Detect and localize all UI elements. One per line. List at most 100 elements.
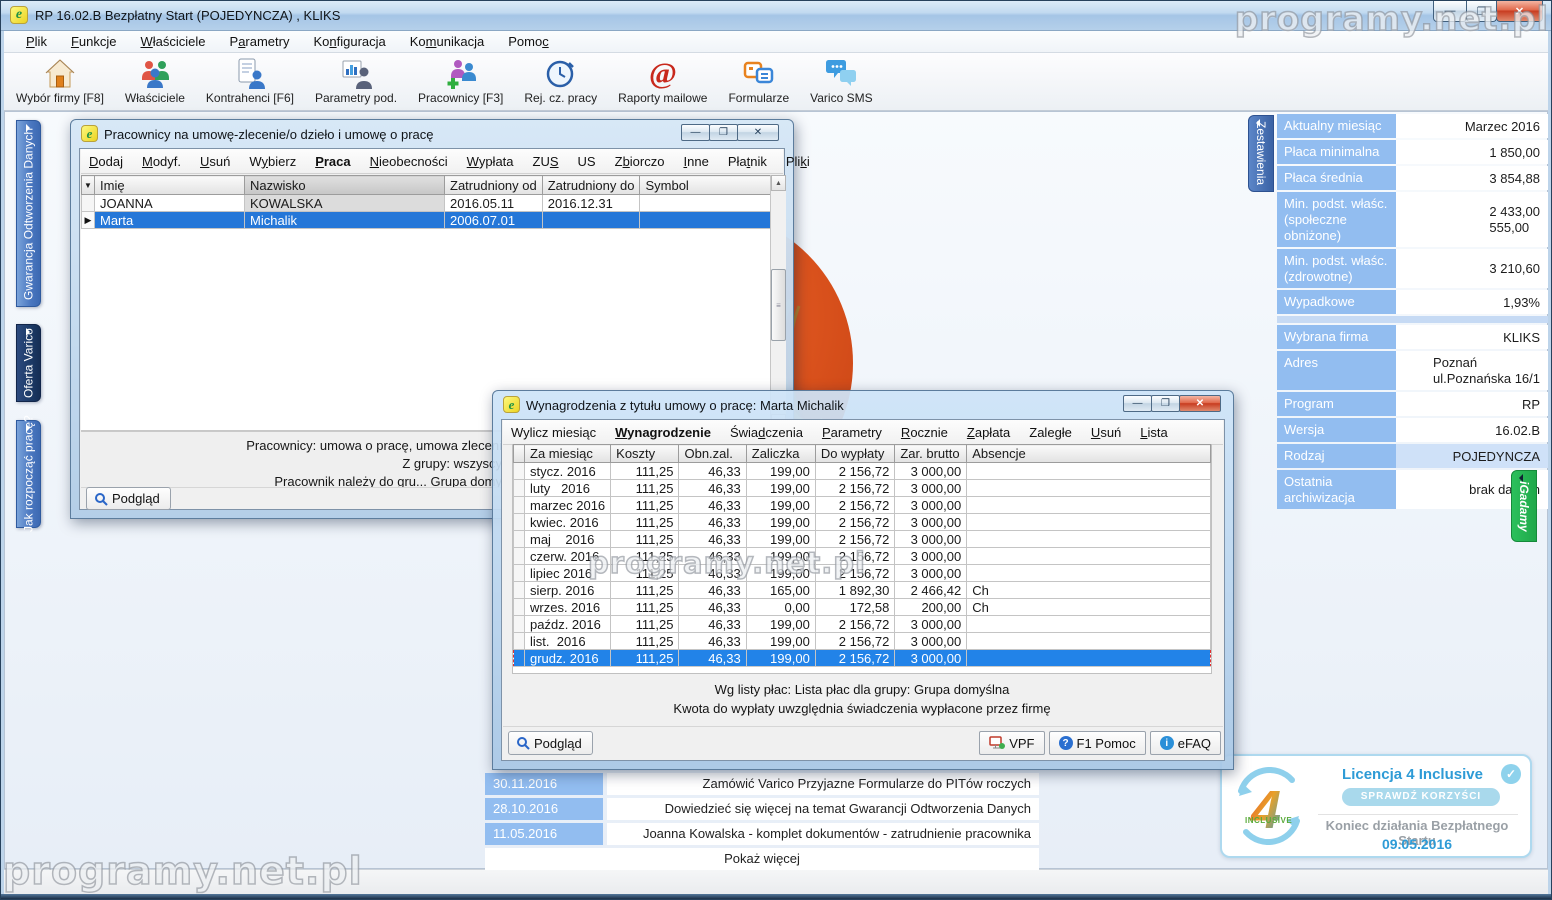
company-select-button[interactable]: Wybór firmy [F8]	[12, 56, 108, 106]
salaries-menu-item[interactable]: Rocznie	[901, 425, 948, 440]
employees-menu-item[interactable]: Płatnik	[728, 154, 767, 169]
license-divider	[1318, 814, 1518, 815]
cell-month: paźdz. 2016	[525, 616, 611, 633]
salaries-menu-item[interactable]: Usuń	[1091, 425, 1121, 440]
employees-menu-item[interactable]: ZUS	[533, 154, 559, 169]
sms-button[interactable]: Varico SMS	[806, 56, 876, 106]
maximize-button[interactable]: ❐	[709, 124, 738, 141]
check-benefits-button[interactable]: SPRAWDŹ KORZYŚCI	[1342, 788, 1500, 806]
menubar-item[interactable]: Parametry	[220, 32, 300, 51]
salary-month-row[interactable]: maj 2016 111,25 46,33 199,00 2 156,72 3 …	[514, 531, 1211, 548]
worktime-button[interactable]: Rej. cz. pracy	[520, 56, 601, 106]
cell-month: sierp. 2016	[525, 582, 611, 599]
maximize-button[interactable]: ❐	[1151, 395, 1180, 412]
column-symbol: Symbol	[640, 176, 779, 195]
menubar-item[interactable]: Plik	[16, 32, 57, 51]
tab-igadamy[interactable]: iGadamy	[1511, 470, 1537, 542]
salary-month-row[interactable]: marzec 2016 111,25 46,33 199,00 2 156,72…	[514, 497, 1211, 514]
column-zatrudniony-do: Zatrudniony do	[542, 176, 640, 195]
salaries-info: Wg listy płac: Lista płac dla grupy: Gru…	[512, 666, 1212, 730]
news-row[interactable]: 28.10.2016 Dowiedzieć się więcej na tema…	[485, 798, 1039, 820]
contractors-button[interactable]: Kontrahenci [F6]	[202, 56, 298, 106]
close-button[interactable]: ✕	[1179, 395, 1221, 412]
employees-menu-item[interactable]: Inne	[683, 154, 708, 169]
preview-button[interactable]: Podgląd	[508, 731, 593, 755]
employee-row[interactable]: ▶ Marta Michalik 2006.07.01	[82, 212, 779, 229]
employees-button[interactable]: Pracownicy [F3]	[414, 56, 507, 106]
salaries-menu-item[interactable]: Zaległe	[1029, 425, 1072, 440]
sidebar-tab-gwarancja[interactable]: Gwarancja Odtworzenia Danych	[16, 120, 41, 307]
inclusive-logo: 4 INCLUSIVE	[1230, 767, 1308, 850]
employees-menu-item[interactable]: Modyf.	[142, 154, 181, 169]
employees-header-row[interactable]: ▼ Imię Nazwisko Zatrudniony od Zatrudnio…	[82, 176, 779, 195]
sidebar-tab-oferta[interactable]: Oferta Varico	[16, 324, 41, 402]
parameters-button[interactable]: Parametry pod.	[311, 56, 401, 106]
news-text: Zamówić Varico Przyjazne Formularze do P…	[607, 773, 1039, 795]
show-more-link[interactable]: Pokaż więcej	[485, 848, 1039, 870]
news-row[interactable]: 11.05.2016 Joanna Kowalska - komplet dok…	[485, 823, 1039, 845]
salaries-menu-item[interactable]: Świadczenia	[730, 425, 803, 440]
cell-obnzal: 46,33	[679, 531, 746, 548]
menubar-item[interactable]: Komunikacja	[400, 32, 494, 51]
close-button[interactable]: ✕	[1496, 1, 1543, 22]
employees-menu-item[interactable]: Pliki	[786, 154, 810, 169]
cell-absencje	[967, 480, 1211, 497]
minimize-button[interactable]: —	[1433, 1, 1467, 22]
employees-menu-item[interactable]: Usuń	[200, 154, 230, 169]
salary-month-row[interactable]: luty 2016 111,25 46,33 199,00 2 156,72 3…	[514, 480, 1211, 497]
owners-button[interactable]: Właściciele	[121, 56, 189, 106]
salary-month-row[interactable]: stycz. 2016 111,25 46,33 199,00 2 156,72…	[514, 463, 1211, 480]
forms-button[interactable]: Formularze	[724, 56, 793, 106]
employees-menu-item[interactable]: Wybierz	[249, 154, 296, 169]
vpf-button[interactable]: VPF	[979, 731, 1044, 755]
employees-menu-item[interactable]: Praca	[315, 154, 350, 169]
cell-do-wyplaty: 2 156,72	[815, 531, 895, 548]
employees-menu-item[interactable]: Dodaj	[89, 154, 123, 169]
salary-month-row[interactable]: paźdz. 2016 111,25 46,33 199,00 2 156,72…	[514, 616, 1211, 633]
salaries-menu-item[interactable]: Zapłata	[967, 425, 1010, 440]
news-row[interactable]: 30.11.2016 Zamówić Varico Przyjazne Form…	[485, 773, 1039, 795]
scroll-up-icon[interactable]: ▲	[771, 175, 786, 191]
menubar-item[interactable]: Pomoc	[498, 32, 558, 51]
minimize-button[interactable]: —	[1123, 395, 1152, 412]
salaries-menu-item[interactable]: Parametry	[822, 425, 882, 440]
salaries-menu-item[interactable]: Wynagrodzenie	[615, 425, 711, 440]
cell-month: list. 2016	[525, 633, 611, 650]
salary-month-row[interactable]: kwiec. 2016 111,25 46,33 199,00 2 156,72…	[514, 514, 1211, 531]
salary-month-row[interactable]: lipiec 2016 111,25 46,33 199,00 2 156,72…	[514, 565, 1211, 582]
menubar-item[interactable]: Konfiguracja	[303, 32, 395, 51]
cell-do-wyplaty: 2 156,72	[815, 514, 895, 531]
employees-menu-item[interactable]: Wypłata	[467, 154, 514, 169]
salary-month-row[interactable]: grudz. 2016 111,25 46,33 199,00 2 156,72…	[514, 650, 1211, 667]
menubar-item[interactable]: Właściciele	[130, 32, 215, 51]
f1-help-button[interactable]: ? F1 Pomoc	[1049, 731, 1146, 755]
mail-reports-button[interactable]: @ Raporty mailowe	[614, 56, 711, 106]
titlebar[interactable]: e RP 16.02.B Bezpłatny Start (POJEDYNCZA…	[1, 1, 1551, 31]
efaq-button[interactable]: i eFAQ	[1150, 731, 1221, 755]
cell-symbol	[640, 212, 779, 229]
tab-zestawienia[interactable]: Zestawienia	[1248, 115, 1274, 192]
salaries-header-row[interactable]: Za miesiąc Koszty Obn.zal. Zaliczka Do w…	[514, 445, 1211, 463]
scrollbar-thumb[interactable]: ≡	[771, 269, 786, 341]
menubar-item[interactable]: Funkcje	[61, 32, 127, 51]
employees-menu-item[interactable]: US	[578, 154, 596, 169]
preview-button[interactable]: Podgląd	[86, 487, 171, 510]
salary-month-row[interactable]: wrzes. 2016 111,25 46,33 0,00 172,58 200…	[514, 599, 1211, 616]
employee-row[interactable]: JOANNA KOWALSKA 2016.05.11 2016.12.31	[82, 195, 779, 212]
column-nazwisko: Nazwisko	[245, 176, 445, 195]
minimize-button[interactable]: —	[681, 124, 710, 141]
salary-month-row[interactable]: czerw. 2016 111,25 46,33 199,00 2 156,72…	[514, 548, 1211, 565]
cell-obnzal: 46,33	[679, 565, 746, 582]
salary-month-row[interactable]: list. 2016 111,25 46,33 199,00 2 156,72 …	[514, 633, 1211, 650]
column-imie: Imię	[95, 176, 245, 195]
salary-month-row[interactable]: sierp. 2016 111,25 46,33 165,00 1 892,30…	[514, 582, 1211, 599]
salaries-menu-item[interactable]: Wylicz miesiąc	[511, 425, 596, 440]
employees-menu-item[interactable]: Zbiorczo	[615, 154, 665, 169]
cell-koszty: 111,25	[611, 650, 679, 667]
sidebar-tab-jak-rozpoczac[interactable]: Jak rozpocząć pracę?	[16, 420, 41, 528]
close-button[interactable]: ✕	[737, 124, 779, 141]
employees-menu-item[interactable]: Nieobecności	[370, 154, 448, 169]
maximize-button[interactable]: ❐	[1466, 1, 1497, 22]
worktime-clock-icon	[544, 57, 578, 90]
salaries-menu-item[interactable]: Lista	[1140, 425, 1167, 440]
